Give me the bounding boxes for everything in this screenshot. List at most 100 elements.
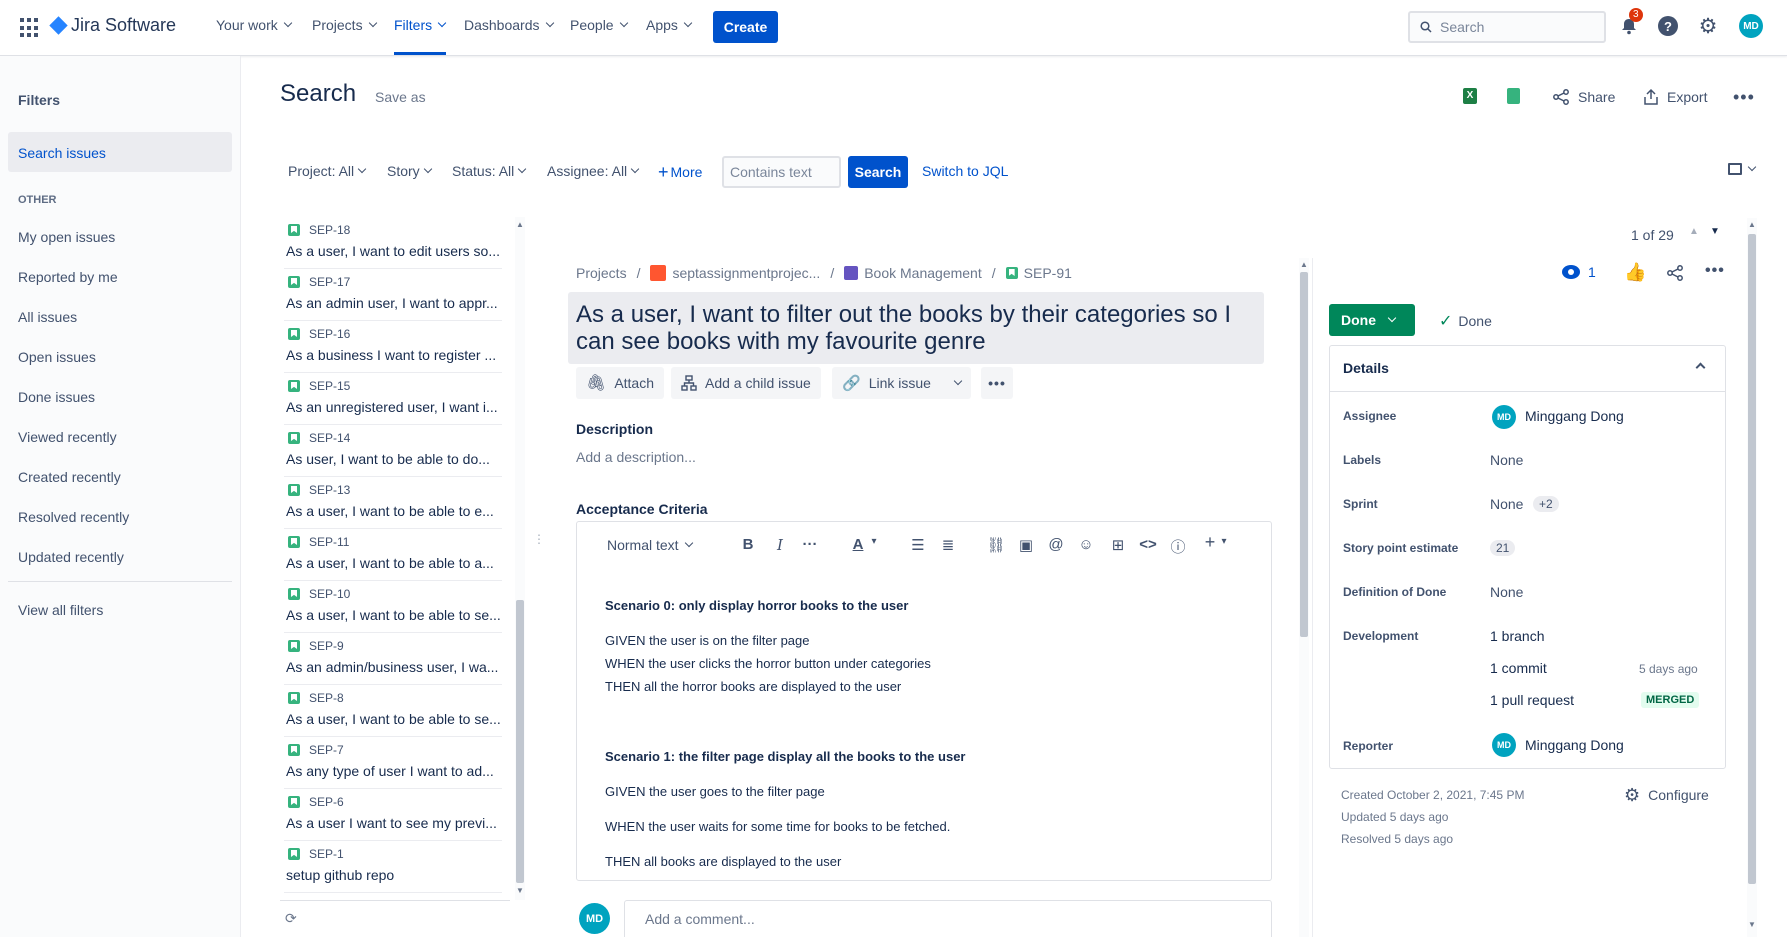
comment-input[interactable]: Add a comment...	[624, 900, 1272, 937]
breadcrumb-epic[interactable]: Book Management	[864, 265, 982, 281]
jira-logo[interactable]: Jira Software	[49, 15, 176, 36]
save-as-button[interactable]: Save as	[375, 89, 426, 105]
help-button[interactable]: ?	[1656, 14, 1680, 38]
sidebar-item-viewed-recently[interactable]: Viewed recently	[18, 429, 117, 445]
sidebar-item-done-issues[interactable]: Done issues	[18, 389, 95, 405]
issue-list-item[interactable]: SEP-9 As an admin/business user, I wa...	[284, 633, 502, 685]
link-issue-dropdown[interactable]	[941, 367, 971, 399]
project-filter[interactable]: Project: All	[288, 163, 367, 179]
right-scrollbar-thumb[interactable]	[1748, 234, 1756, 884]
breadcrumb-projects[interactable]: Projects	[576, 265, 627, 281]
more-actions-icon[interactable]: •••	[1733, 87, 1755, 108]
pull-request-link[interactable]: 1 pull request	[1490, 692, 1574, 708]
issue-list-item[interactable]: SEP-10 As a user, I want to be able to se…	[284, 581, 502, 633]
share-issue-button[interactable]	[1666, 264, 1684, 285]
issue-list-item[interactable]: SEP-15 As an unregistered user, I want i.…	[284, 373, 502, 425]
bold-icon[interactable]: B	[738, 536, 758, 553]
issue-list-item[interactable]: SEP-1 setup github repo	[284, 841, 502, 893]
issue-list-item[interactable]: SEP-7 As any type of user I want to ad...	[284, 737, 502, 789]
reporter-value[interactable]: Minggang Dong	[1525, 737, 1624, 753]
bullet-list-icon[interactable]: ☰	[908, 536, 928, 554]
switch-to-jql-link[interactable]: Switch to JQL	[922, 163, 1008, 179]
scroll-up-arrow[interactable]: ▲	[516, 220, 524, 229]
search-button[interactable]: Search	[848, 156, 908, 188]
share-button[interactable]: Share	[1552, 88, 1615, 106]
refresh-icon[interactable]: ⟳	[285, 910, 297, 927]
scroll-down-arrow[interactable]: ▼	[516, 886, 524, 895]
sidebar-item-reported-by-me[interactable]: Reported by me	[18, 269, 118, 285]
export-button[interactable]: Export	[1643, 88, 1707, 106]
status-button[interactable]: Done	[1329, 304, 1415, 336]
info-icon[interactable]: ⓘ	[1168, 536, 1188, 557]
global-search-input[interactable]: Search	[1408, 11, 1606, 43]
text-search-input[interactable]: Contains text	[722, 156, 841, 188]
issue-list-item[interactable]: SEP-6 As a user I want to see my previ...	[284, 789, 502, 841]
layout-switcher[interactable]	[1728, 162, 1757, 175]
link-icon[interactable]: ⛓	[986, 536, 1006, 554]
notifications-button[interactable]: 3	[1617, 8, 1643, 38]
issue-title[interactable]: As a user, I want to filter out the book…	[568, 292, 1264, 364]
watchers-button[interactable]: 1	[1562, 264, 1596, 280]
nav-dashboards[interactable]: Dashboards	[464, 17, 554, 33]
labels-value[interactable]: None	[1490, 452, 1523, 468]
profile-avatar[interactable]: MD	[1739, 14, 1763, 38]
more-issue-actions-icon[interactable]: •••	[981, 367, 1013, 399]
csv-export-icon[interactable]	[1507, 88, 1520, 104]
view-all-filters-link[interactable]: View all filters	[18, 602, 103, 618]
chevron-down-icon[interactable]: ▾	[864, 536, 884, 547]
previous-issue-arrow[interactable]: ▲	[1689, 226, 1699, 237]
assignee-filter[interactable]: Assignee: All	[547, 163, 640, 179]
italic-icon[interactable]: I	[770, 536, 790, 554]
scroll-up-arrow[interactable]: ▲	[1748, 220, 1756, 229]
issue-list-item[interactable]: SEP-8 As a user, I want to be able to se.…	[284, 685, 502, 737]
issue-list-item[interactable]: SEP-13 As a user, I want to be able to e.…	[284, 477, 502, 529]
sidebar-item-updated-recently[interactable]: Updated recently	[18, 549, 124, 565]
definition-of-done-value[interactable]: None	[1490, 584, 1523, 600]
settings-button[interactable]: ⚙	[1696, 14, 1720, 38]
excel-export-icon[interactable]: X	[1463, 88, 1477, 104]
mention-icon[interactable]: @	[1046, 536, 1066, 553]
sidebar-item-resolved-recently[interactable]: Resolved recently	[18, 509, 129, 525]
scroll-down-arrow[interactable]: ▼	[1748, 920, 1756, 929]
nav-projects[interactable]: Projects	[312, 17, 377, 33]
app-switcher-icon[interactable]	[20, 18, 40, 38]
sidebar-item-open-issues[interactable]: Open issues	[18, 349, 96, 365]
assignee-value[interactable]: Minggang Dong	[1525, 408, 1624, 424]
emoji-icon[interactable]: ☺	[1076, 536, 1096, 553]
numbered-list-icon[interactable]: ≣	[938, 536, 958, 554]
table-icon[interactable]: ⊞	[1108, 536, 1128, 554]
chevron-down-icon[interactable]: ▾	[1214, 536, 1234, 547]
scroll-up-arrow[interactable]: ▲	[1300, 260, 1308, 269]
issue-list-item[interactable]: SEP-18 As a user, I want to edit users so…	[284, 217, 502, 269]
nav-people[interactable]: People	[570, 17, 628, 33]
commit-link[interactable]: 1 commit	[1490, 660, 1547, 676]
issue-scrollbar-thumb[interactable]	[1300, 272, 1308, 637]
breadcrumb-issue-key[interactable]: SEP-91	[1024, 265, 1072, 281]
more-formatting-icon[interactable]: ···	[800, 536, 820, 553]
sprint-value[interactable]: None	[1490, 496, 1523, 512]
sidebar-item-created-recently[interactable]: Created recently	[18, 469, 121, 485]
issue-list-item[interactable]: SEP-16 As a business I want to register .…	[284, 321, 502, 373]
story-points-value[interactable]: 21	[1490, 539, 1516, 556]
link-issue-button[interactable]: 🔗 Link issue	[832, 367, 941, 399]
code-icon[interactable]: <>	[1138, 536, 1158, 553]
attach-button[interactable]: 🖇 Attach	[576, 367, 665, 399]
more-filters-button[interactable]: + More	[658, 163, 702, 181]
text-style-dropdown[interactable]: Normal text	[607, 537, 693, 553]
issue-list-item[interactable]: SEP-11 As a user, I want to be able to a.…	[284, 529, 502, 581]
description-field[interactable]: Add a description...	[576, 449, 696, 465]
nav-apps[interactable]: Apps	[646, 17, 693, 33]
create-button[interactable]: Create	[713, 11, 778, 43]
add-child-issue-button[interactable]: Add a child issue	[671, 367, 821, 399]
sidebar-item-my-open-issues[interactable]: My open issues	[18, 229, 115, 245]
thumbs-up-icon[interactable]: 👍	[1624, 262, 1646, 283]
more-issue-options-icon[interactable]: •••	[1705, 262, 1725, 280]
image-icon[interactable]: ▣	[1016, 536, 1036, 554]
next-issue-arrow[interactable]: ▼	[1710, 226, 1720, 237]
sprint-more-badge[interactable]: +2	[1533, 495, 1559, 512]
breadcrumb-project[interactable]: septassignmentprojec...	[672, 265, 820, 281]
issue-list-scrollbar-thumb[interactable]	[516, 600, 524, 883]
nav-your-work[interactable]: Your work	[216, 17, 292, 33]
configure-button[interactable]: ⚙ Configure	[1624, 786, 1709, 804]
issue-list-item[interactable]: SEP-17 As an admin user, I want to appr..…	[284, 269, 502, 321]
